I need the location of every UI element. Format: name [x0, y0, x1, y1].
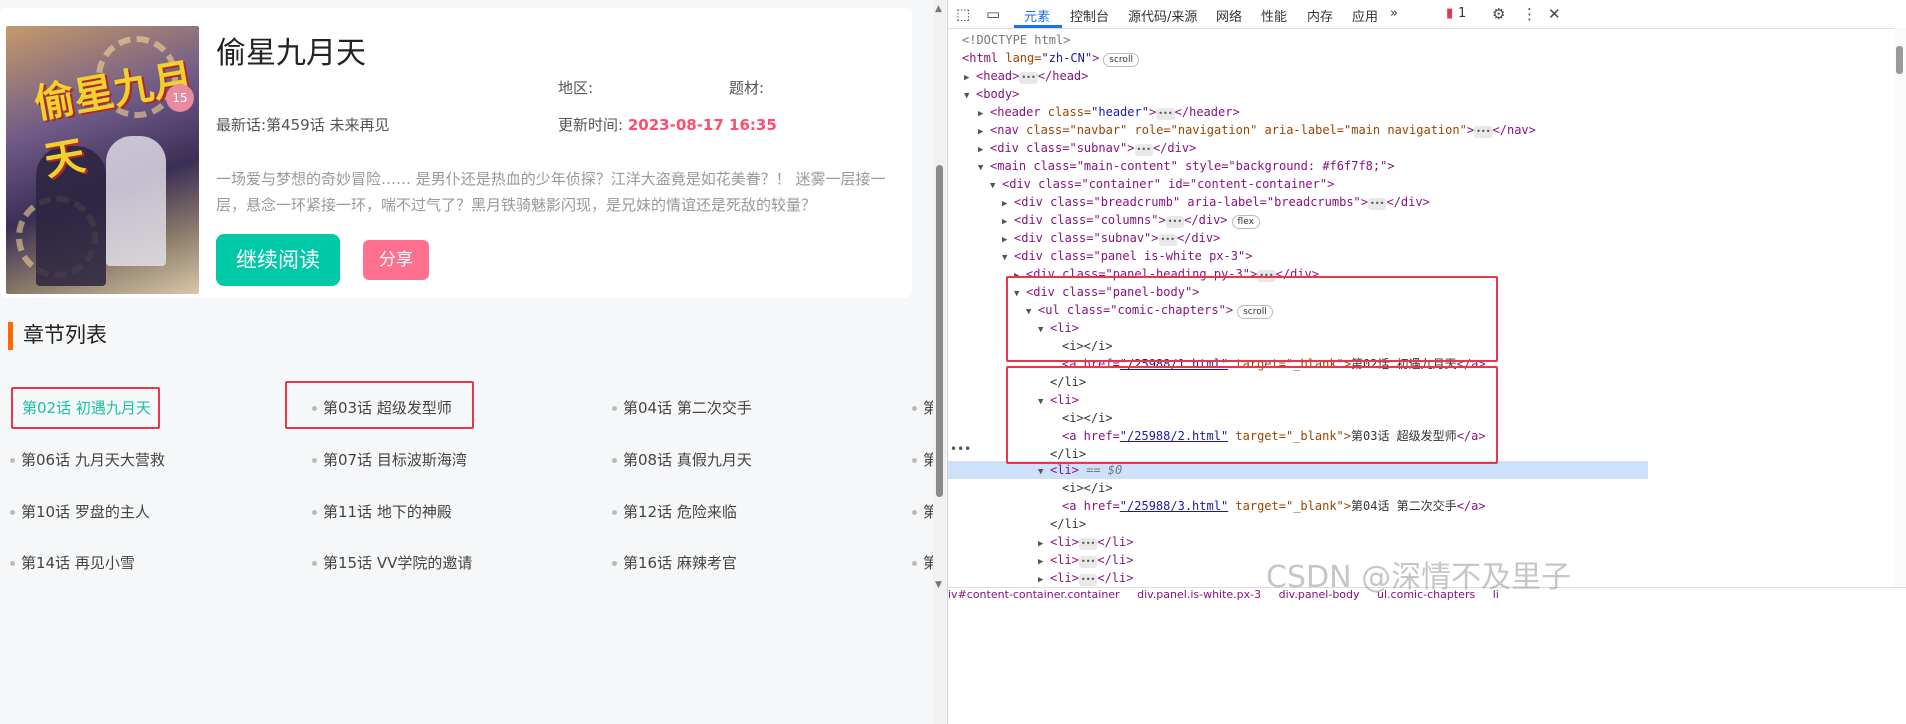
bullet-icon [10, 561, 15, 566]
settings-gear-icon[interactable]: ⚙ [1492, 5, 1505, 23]
highlight-box [1006, 366, 1498, 464]
chapter-link[interactable]: 第 [912, 552, 933, 573]
chapter-link[interactable]: 第 [912, 449, 933, 470]
updated-value: 2023-08-17 16:35 [627, 116, 777, 134]
latest-value[interactable]: 第459话 未来再见 [266, 116, 389, 134]
chapter-link[interactable]: 第04话 第二次交手 [612, 397, 752, 418]
watermark: CSDN @深情不及里子 [1266, 560, 1572, 595]
comic-title: 偷星九月天 [216, 36, 366, 71]
tab-network[interactable]: 网络 [1216, 6, 1242, 25]
panel-line[interactable]: ▼ <div class="panel is-white px-3"> [1002, 247, 1252, 265]
close-icon[interactable]: ✕ [1548, 5, 1561, 23]
latest-label: 最新话: [216, 116, 267, 134]
body-line[interactable]: ▼ <body> [964, 85, 1019, 103]
chapter-link[interactable]: 第07话 目标波斯海湾 [312, 449, 467, 470]
more-tabs-icon[interactable]: » [1390, 6, 1398, 21]
comic-cover-image[interactable]: 偷星九月天 15 [6, 26, 199, 294]
chapter-link[interactable]: 第12话 危险来临 [612, 501, 737, 522]
devtools-tab-bar: ⬚ ▭ 元素 控制台 源代码/来源 网络 性能 内存 应用 » ▮ 1 ⚙ ⋮ … [948, 0, 1906, 29]
subnav-line[interactable]: ▶ <div class="subnav"> ••• </div> [978, 139, 1196, 157]
main-line[interactable]: ▼ <main class="main-content" style="backg… [978, 157, 1395, 175]
more-options-icon[interactable]: ⋮ [1522, 5, 1537, 23]
updated-label: 更新时间: [558, 116, 624, 134]
flex-badge[interactable]: flex [1231, 215, 1260, 229]
issues-count[interactable]: 1 [1458, 6, 1466, 21]
dom-scrollbar[interactable] [1894, 28, 1906, 588]
scroll-badge[interactable]: scroll [1103, 53, 1139, 67]
comic-description: 一场爱与梦想的奇妙冒险…… 是男仆还是热血的少年侦探？江洋大盗竟是如花美眷？！ … [216, 170, 886, 214]
tab-sources[interactable]: 源代码/来源 [1128, 6, 1197, 25]
chapter-link[interactable]: 第16话 麻辣考官 [612, 552, 737, 573]
tab-elements[interactable]: 元素 [1024, 6, 1050, 25]
li-collapsed-line[interactable]: ▶ <li> ••• </li> [1038, 551, 1133, 569]
bullet-icon [912, 561, 917, 566]
scroll-down-icon[interactable]: ▼ [935, 580, 942, 590]
li-close-line[interactable]: </li> [1050, 515, 1086, 533]
bullet-icon [912, 458, 917, 463]
chapter-link[interactable]: 第15话 VV学院的邀请 [312, 552, 472, 573]
highlight-box [11, 387, 160, 429]
chapter-list-heading: 章节列表 [8, 322, 107, 350]
html-line[interactable]: <html lang="zh-CN"> scroll [962, 49, 1139, 67]
bullet-icon [312, 510, 317, 515]
chapter-link[interactable]: 第10话 罗盘的主人 [10, 501, 150, 522]
bullet-icon [612, 406, 617, 411]
genre-label: 题材: [729, 79, 765, 97]
latest-chapter: 最新话:第459话 未来再见 [216, 114, 389, 135]
crumb[interactable]: div.panel.is-white.px-3 [1137, 588, 1261, 600]
breadcrumb-line[interactable]: ▶ <div class="breadcrumb" aria-label="bre… [1002, 193, 1430, 211]
a-line[interactable]: <a href="/25988/3.html" target="_blank">… [1062, 497, 1486, 515]
li-collapsed-line[interactable]: ▶ <li> ••• </li> [1038, 569, 1133, 587]
chapter-link[interactable]: 第14话 再见小雪 [10, 552, 135, 573]
bullet-icon [912, 510, 917, 515]
bullet-icon [10, 458, 15, 463]
inspect-element-icon[interactable]: ⬚ [956, 5, 970, 23]
device-toolbar-icon[interactable]: ▭ [986, 5, 1000, 23]
highlight-box [285, 381, 474, 429]
node-actions-icon[interactable]: ••• [950, 442, 971, 456]
bullet-icon [612, 458, 617, 463]
region-label: 地区: [558, 79, 594, 97]
tab-console[interactable]: 控制台 [1070, 6, 1109, 25]
devtools-panel: ⬚ ▭ 元素 控制台 源代码/来源 网络 性能 内存 应用 » ▮ 1 ⚙ ⋮ … [947, 0, 1906, 724]
doctype-line: <!DOCTYPE html> [962, 33, 1071, 47]
cover-volume-badge: 15 [166, 84, 194, 112]
tab-memory[interactable]: 内存 [1307, 6, 1333, 25]
update-time: 更新时间: 2023-08-17 16:35 [558, 114, 777, 135]
chapter-link[interactable]: 第 [912, 501, 933, 522]
web-page: 偷星九月天 15 偷星九月天 地区: 题材: 最新话:第459话 未来再见 更新… [0, 0, 933, 724]
columns-line[interactable]: ▶ <div class="columns"> ••• </div> flex [1002, 211, 1260, 229]
container-line[interactable]: ▼ <div class="container" id="content-cont… [990, 175, 1334, 193]
highlight-box [1006, 276, 1498, 362]
nav-line[interactable]: ▶ <nav class="navbar" role="navigation" a… [978, 121, 1536, 139]
chapter-link[interactable]: 第 [912, 397, 933, 418]
scrollbar-thumb[interactable] [1896, 46, 1903, 74]
head-line[interactable]: ▶ <head> ••• </head> [964, 67, 1088, 85]
scrollbar-thumb[interactable] [936, 165, 943, 497]
active-tab-indicator [1014, 25, 1062, 28]
cover-logo: 偷星九月天 [30, 54, 197, 186]
chapter-link[interactable]: 第06话 九月天大营救 [10, 449, 165, 470]
scroll-up-icon[interactable]: ▲ [935, 4, 942, 14]
crumb[interactable]: iv#content-container.container [948, 588, 1120, 600]
li-collapsed-line[interactable]: ▶ <li> ••• </li> [1038, 533, 1133, 551]
page-scrollbar[interactable]: ▲ ▼ [933, 0, 946, 724]
tab-application[interactable]: 应用 [1352, 6, 1378, 25]
bullet-icon [612, 510, 617, 515]
bullet-icon [10, 510, 15, 515]
issues-icon[interactable]: ▮ [1446, 6, 1453, 21]
bullet-icon [912, 406, 917, 411]
share-button[interactable]: 分享 [363, 240, 429, 280]
bullet-icon [612, 561, 617, 566]
header-line[interactable]: ▶ <header class="header"> ••• </header> [978, 103, 1240, 121]
bullet-icon [312, 561, 317, 566]
bullet-icon [312, 458, 317, 463]
subnav2-line[interactable]: ▶ <div class="subnav"> ••• </div> [1002, 229, 1220, 247]
tab-performance[interactable]: 性能 [1261, 6, 1287, 25]
i-line[interactable]: <i></i> [1062, 479, 1113, 497]
chapter-link[interactable]: 第08话 真假九月天 [612, 449, 752, 470]
continue-reading-button[interactable]: 继续阅读 [216, 234, 340, 286]
chapter-link[interactable]: 第11话 地下的神殿 [312, 501, 452, 522]
comic-info-card: 偷星九月天 15 偷星九月天 地区: 题材: 最新话:第459话 未来再见 更新… [0, 8, 912, 298]
